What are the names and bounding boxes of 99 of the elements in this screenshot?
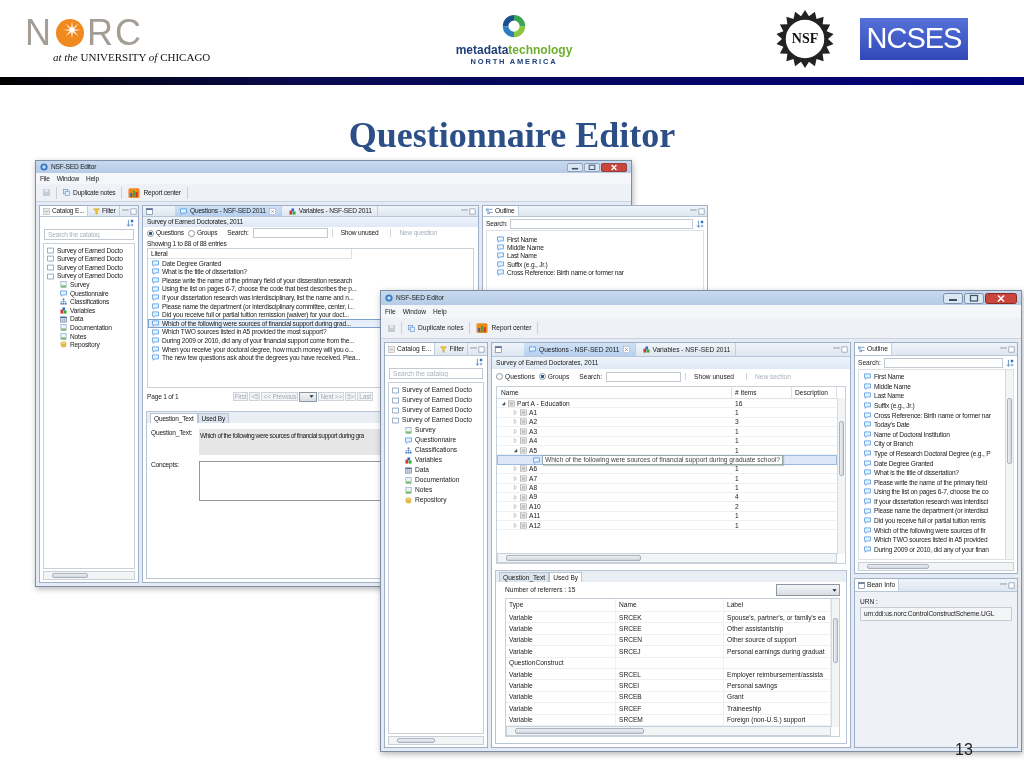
text-area[interactable] <box>199 461 381 501</box>
logo-wordmark: RC <box>87 14 143 51</box>
maximize-button[interactable] <box>964 292 984 304</box>
report-icon <box>128 186 141 199</box>
sort-icon[interactable] <box>1006 358 1014 367</box>
collapsed-arrow-icon[interactable] <box>513 504 518 509</box>
scrollbar[interactable] <box>388 736 484 745</box>
cylinder-icon <box>405 496 412 504</box>
search-field[interactable] <box>606 371 682 382</box>
book-icon <box>392 386 399 394</box>
book-icon <box>392 416 399 424</box>
save-button[interactable] <box>41 188 52 197</box>
caret-icon <box>309 394 315 399</box>
list-icon <box>388 345 395 353</box>
scrollbar[interactable] <box>1005 370 1013 559</box>
seal-icon <box>775 8 835 69</box>
document-icon <box>405 486 412 494</box>
window-icon[interactable] <box>495 346 502 353</box>
sort-icon[interactable] <box>126 218 134 227</box>
dropdown[interactable] <box>776 584 840 596</box>
scrollbar[interactable] <box>831 599 839 727</box>
scrollbar[interactable] <box>506 726 831 736</box>
hierarchy-icon <box>405 446 412 454</box>
blocks-icon <box>405 456 412 464</box>
funnel-icon <box>93 207 101 215</box>
collapsed-arrow-icon[interactable] <box>513 522 518 528</box>
outline-icon <box>486 207 493 215</box>
scrollbar[interactable] <box>43 571 135 580</box>
expanded-arrow-icon[interactable] <box>501 400 506 406</box>
maximize-icon[interactable] <box>1008 581 1015 589</box>
copy-icon <box>63 189 70 196</box>
maximize-icon[interactable] <box>129 207 137 215</box>
window-icon[interactable] <box>146 207 153 215</box>
floppy-icon <box>43 189 50 196</box>
close-button[interactable] <box>985 292 1017 304</box>
document-icon <box>60 281 67 289</box>
maximize-button[interactable] <box>584 162 600 172</box>
close-icon[interactable] <box>268 207 276 215</box>
maximize-icon[interactable] <box>841 346 848 353</box>
logo-wordmark: metadatatechnology <box>455 43 573 57</box>
document-icon <box>405 476 412 484</box>
speech-bubble-icon <box>405 436 412 444</box>
window-icon <box>858 581 865 589</box>
slide-title: Questionnaire Editor <box>347 114 677 157</box>
collapsed-arrow-icon[interactable] <box>513 410 518 416</box>
cylinder-icon <box>60 341 67 349</box>
collapsed-arrow-icon[interactable] <box>513 513 518 519</box>
collapsed-arrow-icon[interactable] <box>513 475 518 481</box>
book-icon <box>392 396 399 404</box>
table-icon <box>60 315 67 323</box>
blocks-icon <box>642 346 650 353</box>
collapsed-arrow-icon[interactable] <box>513 419 518 425</box>
search-field[interactable] <box>883 357 1003 368</box>
blocks-icon <box>60 306 67 314</box>
close-button[interactable] <box>601 162 627 172</box>
collapsed-arrow-icon[interactable] <box>513 428 518 434</box>
scrollbar[interactable] <box>858 562 1014 571</box>
logo-wordmark: N <box>25 14 53 51</box>
collapsed-arrow-icon[interactable] <box>513 494 518 500</box>
outline-icon <box>858 345 865 353</box>
table-icon <box>405 466 412 474</box>
collapsed-arrow-icon[interactable] <box>513 466 518 472</box>
collapsed-arrow-icon[interactable] <box>513 438 518 444</box>
sort-icon[interactable] <box>475 357 483 366</box>
book-icon <box>392 406 399 414</box>
speech-bubble-icon <box>180 207 187 215</box>
sort-icon[interactable] <box>696 219 705 228</box>
minimize-button[interactable] <box>567 162 583 172</box>
maximize-icon[interactable] <box>469 207 476 215</box>
speech-bubble-icon <box>529 346 536 353</box>
blocks-icon <box>288 207 296 215</box>
save-button[interactable] <box>386 323 397 333</box>
collapsed-arrow-icon[interactable] <box>513 485 518 491</box>
maximize-icon[interactable] <box>698 207 706 215</box>
caret-icon <box>832 587 837 593</box>
app-icon <box>385 294 393 302</box>
scrollbar[interactable] <box>837 398 845 554</box>
logo-wordmark: NCSES <box>860 17 968 60</box>
search-field[interactable] <box>252 228 328 238</box>
minimize-button[interactable] <box>943 292 963 304</box>
page-dropdown[interactable] <box>299 391 318 402</box>
maximize-icon[interactable] <box>1008 345 1015 353</box>
sun-icon <box>55 17 85 48</box>
app-icon <box>40 163 48 171</box>
floppy-icon <box>388 324 395 332</box>
search-field[interactable] <box>510 218 694 229</box>
document-icon <box>405 426 412 434</box>
logo-wordmark: NSF <box>791 30 819 47</box>
maximize-icon[interactable] <box>478 345 486 353</box>
list-icon <box>43 207 50 215</box>
scrollbar[interactable] <box>497 553 837 563</box>
expanded-arrow-icon[interactable] <box>513 447 518 453</box>
speech-bubble-icon <box>60 289 67 297</box>
page-number: 13 <box>955 741 973 759</box>
report-icon <box>476 322 489 334</box>
hierarchy-icon <box>60 298 67 306</box>
close-icon[interactable] <box>622 346 630 353</box>
copy-icon <box>408 324 415 332</box>
funnel-icon <box>440 345 448 353</box>
